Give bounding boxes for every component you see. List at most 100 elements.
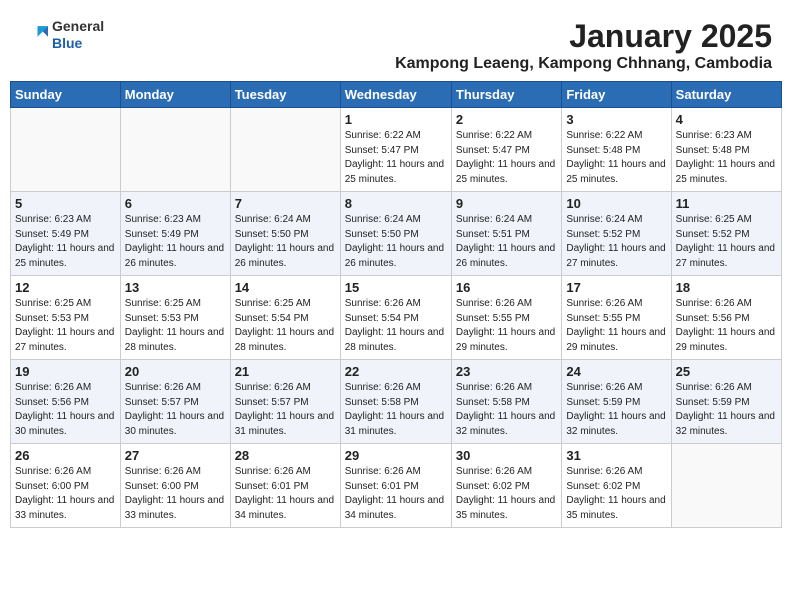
- empty-day-cell: [230, 108, 340, 192]
- day-number: 11: [676, 196, 777, 211]
- calendar-day-31: 31 Sunrise: 6:26 AMSunset: 6:02 PMDayligh…: [562, 444, 671, 528]
- day-info: Sunrise: 6:24 AMSunset: 5:52 PMDaylight:…: [566, 213, 666, 271]
- day-info: Sunrise: 6:22 AMSunset: 5:47 PMDaylight:…: [345, 129, 447, 187]
- day-info: Sunrise: 6:26 AMSunset: 5:54 PMDaylight:…: [345, 297, 447, 355]
- day-number: 9: [456, 196, 557, 211]
- weekday-header-saturday: Saturday: [671, 82, 781, 108]
- day-info: Sunrise: 6:22 AMSunset: 5:48 PMDaylight:…: [566, 129, 666, 187]
- empty-day-cell: [120, 108, 230, 192]
- calendar-week-row: 19 Sunrise: 6:26 AMSunset: 5:56 PMDayligh…: [11, 360, 782, 444]
- day-number: 24: [566, 364, 666, 379]
- calendar-day-14: 14Sunrise: 6:25 AMSunset: 5:54 PMDayligh…: [230, 276, 340, 360]
- day-number: 2: [456, 112, 557, 127]
- day-number: 15: [345, 280, 447, 295]
- calendar-day-21: 21 Sunrise: 6:26 AMSunset: 5:57 PMDayligh…: [230, 360, 340, 444]
- day-info: Sunrise: 6:25 AMSunset: 5:53 PMDaylight:…: [15, 297, 116, 355]
- calendar-day-10: 10Sunrise: 6:24 AMSunset: 5:52 PMDayligh…: [562, 192, 671, 276]
- calendar-day-19: 19 Sunrise: 6:26 AMSunset: 5:56 PMDayligh…: [11, 360, 121, 444]
- calendar-week-row: 1Sunrise: 6:22 AMSunset: 5:47 PMDaylight…: [11, 108, 782, 192]
- calendar-day-16: 16 Sunrise: 6:26 AMSunset: 5:55 PMDayligh…: [451, 276, 561, 360]
- day-number: 12: [15, 280, 116, 295]
- day-info: Sunrise: 6:26 AMSunset: 6:01 PMDaylight:…: [235, 465, 336, 523]
- day-info: Sunrise: 6:26 AMSunset: 5:57 PMDaylight:…: [125, 381, 226, 439]
- day-number: 30: [456, 448, 557, 463]
- day-number: 26: [15, 448, 116, 463]
- calendar-day-23: 23 Sunrise: 6:26 AMSunset: 5:58 PMDayligh…: [451, 360, 561, 444]
- calendar-week-row: 12 Sunrise: 6:25 AMSunset: 5:53 PMDayligh…: [11, 276, 782, 360]
- calendar-day-22: 22 Sunrise: 6:26 AMSunset: 5:58 PMDayligh…: [340, 360, 451, 444]
- day-number: 21: [235, 364, 336, 379]
- calendar-day-8: 8 Sunrise: 6:24 AMSunset: 5:50 PMDaylight…: [340, 192, 451, 276]
- calendar-day-25: 25 Sunrise: 6:26 AMSunset: 5:59 PMDayligh…: [671, 360, 781, 444]
- day-number: 25: [676, 364, 777, 379]
- calendar-day-15: 15 Sunrise: 6:26 AMSunset: 5:54 PMDayligh…: [340, 276, 451, 360]
- empty-day-cell: [11, 108, 121, 192]
- calendar-day-2: 2Sunrise: 6:22 AMSunset: 5:47 PMDaylight…: [451, 108, 561, 192]
- empty-day-cell: [671, 444, 781, 528]
- day-info: Sunrise: 6:26 AMSunset: 5:57 PMDaylight:…: [235, 381, 336, 439]
- day-number: 22: [345, 364, 447, 379]
- day-info: Sunrise: 6:26 AMSunset: 5:55 PMDaylight:…: [566, 297, 666, 355]
- weekday-header-wednesday: Wednesday: [340, 82, 451, 108]
- logo-icon: [20, 21, 48, 49]
- calendar-day-3: 3 Sunrise: 6:22 AMSunset: 5:48 PMDaylight…: [562, 108, 671, 192]
- calendar-day-12: 12 Sunrise: 6:25 AMSunset: 5:53 PMDayligh…: [11, 276, 121, 360]
- day-info: Sunrise: 6:24 AMSunset: 5:50 PMDaylight:…: [345, 213, 447, 271]
- day-number: 19: [15, 364, 116, 379]
- calendar-week-row: 26 Sunrise: 6:26 AMSunset: 6:00 PMDayligh…: [11, 444, 782, 528]
- day-info: Sunrise: 6:23 AMSunset: 5:48 PMDaylight:…: [676, 129, 777, 187]
- day-info: Sunrise: 6:24 AMSunset: 5:50 PMDaylight:…: [235, 213, 336, 271]
- day-info: Sunrise: 6:26 AMSunset: 5:55 PMDaylight:…: [456, 297, 557, 355]
- calendar-day-9: 9 Sunrise: 6:24 AMSunset: 5:51 PMDaylight…: [451, 192, 561, 276]
- day-number: 29: [345, 448, 447, 463]
- calendar-day-29: 29 Sunrise: 6:26 AMSunset: 6:01 PMDayligh…: [340, 444, 451, 528]
- day-number: 27: [125, 448, 226, 463]
- day-number: 14: [235, 280, 336, 295]
- day-number: 18: [676, 280, 777, 295]
- day-number: 3: [566, 112, 666, 127]
- calendar-day-13: 13Sunrise: 6:25 AMSunset: 5:53 PMDayligh…: [120, 276, 230, 360]
- day-info: Sunrise: 6:26 AMSunset: 6:01 PMDaylight:…: [345, 465, 447, 523]
- calendar-day-4: 4 Sunrise: 6:23 AMSunset: 5:48 PMDaylight…: [671, 108, 781, 192]
- calendar-day-7: 7 Sunrise: 6:24 AMSunset: 5:50 PMDaylight…: [230, 192, 340, 276]
- day-number: 4: [676, 112, 777, 127]
- calendar-day-18: 18Sunrise: 6:26 AMSunset: 5:56 PMDayligh…: [671, 276, 781, 360]
- weekday-header-thursday: Thursday: [451, 82, 561, 108]
- day-number: 31: [566, 448, 666, 463]
- day-info: Sunrise: 6:24 AMSunset: 5:51 PMDaylight:…: [456, 213, 557, 271]
- day-number: 8: [345, 196, 447, 211]
- calendar-day-5: 5Sunrise: 6:23 AMSunset: 5:49 PMDaylight…: [11, 192, 121, 276]
- weekday-header-monday: Monday: [120, 82, 230, 108]
- title-block: January 2025 Kampong Leaeng, Kampong Chh…: [395, 18, 772, 73]
- logo-general: General: [52, 18, 104, 35]
- calendar-day-6: 6Sunrise: 6:23 AMSunset: 5:49 PMDaylight…: [120, 192, 230, 276]
- calendar-day-24: 24Sunrise: 6:26 AMSunset: 5:59 PMDayligh…: [562, 360, 671, 444]
- day-number: 16: [456, 280, 557, 295]
- day-info: Sunrise: 6:26 AMSunset: 5:59 PMDaylight:…: [676, 381, 777, 439]
- logo: General Blue: [20, 18, 104, 52]
- day-info: Sunrise: 6:26 AMSunset: 5:58 PMDaylight:…: [345, 381, 447, 439]
- day-info: Sunrise: 6:26 AMSunset: 6:00 PMDaylight:…: [15, 465, 116, 523]
- page-header: General Blue January 2025 Kampong Leaeng…: [10, 10, 782, 77]
- day-number: 13: [125, 280, 226, 295]
- calendar-day-30: 30 Sunrise: 6:26 AMSunset: 6:02 PMDayligh…: [451, 444, 561, 528]
- calendar-table: SundayMondayTuesdayWednesdayThursdayFrid…: [10, 81, 782, 528]
- day-number: 23: [456, 364, 557, 379]
- day-number: 5: [15, 196, 116, 211]
- logo-blue: Blue: [52, 35, 104, 52]
- day-info: Sunrise: 6:26 AMSunset: 5:58 PMDaylight:…: [456, 381, 557, 439]
- day-number: 17: [566, 280, 666, 295]
- day-info: Sunrise: 6:26 AMSunset: 6:02 PMDaylight:…: [456, 465, 557, 523]
- day-number: 20: [125, 364, 226, 379]
- day-info: Sunrise: 6:25 AMSunset: 5:52 PMDaylight:…: [676, 213, 777, 271]
- weekday-header-sunday: Sunday: [11, 82, 121, 108]
- weekday-header-friday: Friday: [562, 82, 671, 108]
- calendar-day-11: 11 Sunrise: 6:25 AMSunset: 5:52 PMDayligh…: [671, 192, 781, 276]
- day-info: Sunrise: 6:26 AMSunset: 5:56 PMDaylight:…: [15, 381, 116, 439]
- day-info: Sunrise: 6:26 AMSunset: 6:02 PMDaylight:…: [566, 465, 666, 523]
- logo-text: General Blue: [52, 18, 104, 52]
- day-number: 7: [235, 196, 336, 211]
- calendar-day-1: 1Sunrise: 6:22 AMSunset: 5:47 PMDaylight…: [340, 108, 451, 192]
- calendar-day-20: 20 Sunrise: 6:26 AMSunset: 5:57 PMDayligh…: [120, 360, 230, 444]
- month-title: January 2025: [395, 18, 772, 55]
